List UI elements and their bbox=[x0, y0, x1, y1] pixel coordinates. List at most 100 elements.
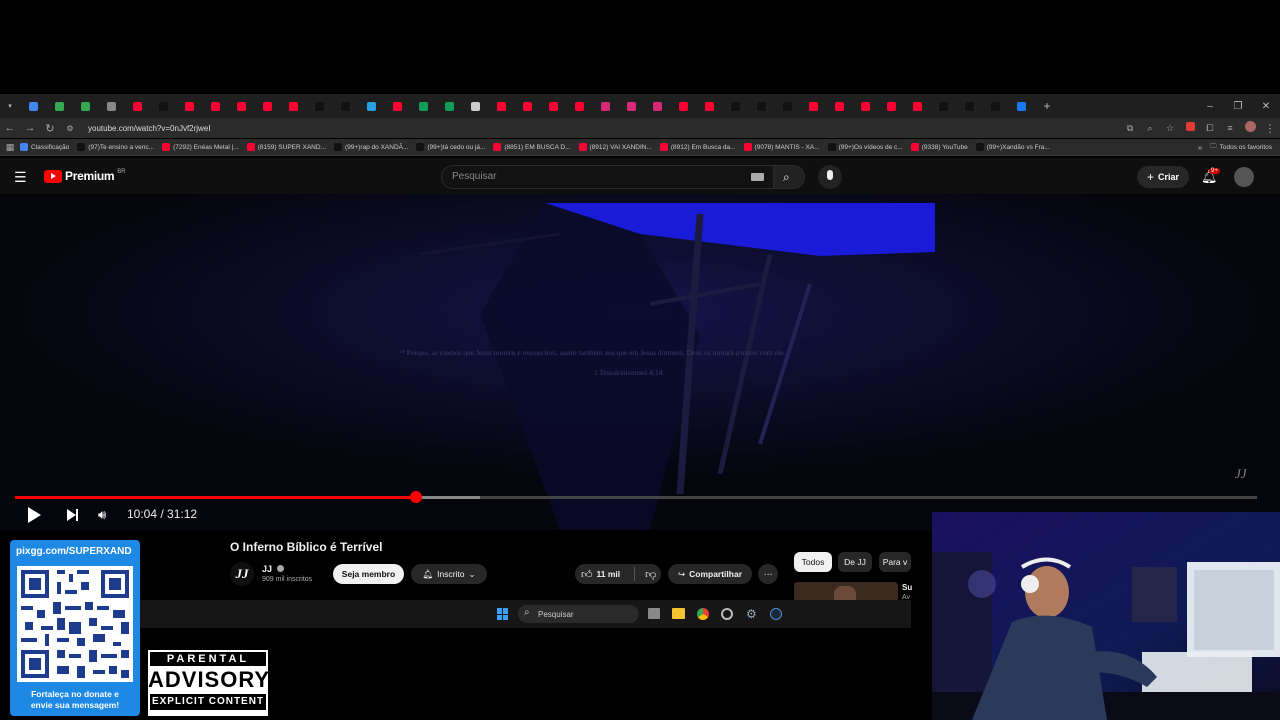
bookmark-item[interactable]: (99+)Os vídeos de c... bbox=[827, 143, 903, 151]
create-button[interactable]: + Criar bbox=[1137, 166, 1189, 188]
browser-tab[interactable] bbox=[98, 97, 124, 115]
browser-tab[interactable] bbox=[488, 97, 514, 115]
windows-start-icon[interactable] bbox=[497, 608, 509, 620]
install-app-icon[interactable]: ⧉ bbox=[1120, 123, 1140, 134]
browser-tab[interactable] bbox=[20, 97, 46, 115]
browser-tab[interactable] bbox=[540, 97, 566, 115]
url-field[interactable]: youtube.com/watch?v=0nJvf2rjweI bbox=[88, 124, 211, 133]
thumbs-down-icon[interactable]: 👎︎ bbox=[645, 568, 656, 581]
forward-button[interactable]: → bbox=[20, 122, 40, 134]
task-view-icon[interactable] bbox=[648, 608, 660, 619]
voice-search-button[interactable] bbox=[818, 165, 842, 189]
close-window-button[interactable]: ✕ bbox=[1252, 97, 1280, 115]
browser-tab[interactable] bbox=[306, 97, 332, 115]
browser-tab[interactable] bbox=[124, 97, 150, 115]
browser-tab[interactable] bbox=[956, 97, 982, 115]
browser-tab[interactable] bbox=[696, 97, 722, 115]
browser-tab[interactable] bbox=[514, 97, 540, 115]
keyboard-icon[interactable] bbox=[751, 173, 764, 181]
media-icon[interactable]: ≡ bbox=[1220, 123, 1240, 133]
hamburger-menu-icon[interactable]: ☰ bbox=[14, 169, 27, 186]
browser-tab[interactable] bbox=[228, 97, 254, 115]
browser-tab[interactable] bbox=[722, 97, 748, 115]
new-tab-button[interactable]: + bbox=[1034, 97, 1060, 115]
more-bookmarks-icon[interactable]: » bbox=[1190, 143, 1210, 152]
bookmark-item[interactable]: (99+)Xandão vs Fra... bbox=[975, 143, 1050, 151]
extensions-icon[interactable]: ⧠ bbox=[1200, 123, 1220, 134]
bookmark-star-icon[interactable]: ☆ bbox=[1160, 123, 1180, 134]
obs-icon[interactable] bbox=[721, 608, 733, 620]
search-input[interactable]: Pesquisar bbox=[441, 165, 774, 189]
search-button[interactable]: ⌕ bbox=[773, 165, 805, 189]
youtube-premium-logo[interactable]: Premium BR bbox=[44, 169, 126, 183]
browser-menu-icon[interactable]: ⋮ bbox=[1260, 122, 1280, 135]
browser-tab[interactable] bbox=[982, 97, 1008, 115]
browser-tab[interactable] bbox=[72, 97, 98, 115]
filter-chip[interactable]: Todos bbox=[794, 552, 832, 572]
browser-tab[interactable] bbox=[358, 97, 384, 115]
bookmark-item[interactable]: Classificação bbox=[20, 143, 69, 151]
apps-grid-icon[interactable]: ▦ bbox=[0, 142, 20, 153]
minimize-button[interactable]: – bbox=[1196, 97, 1224, 115]
filter-chip[interactable]: Para v bbox=[879, 552, 911, 572]
join-button[interactable]: Seja membro bbox=[333, 564, 404, 584]
browser-tab[interactable] bbox=[618, 97, 644, 115]
more-actions-button[interactable]: ⋯ bbox=[758, 564, 778, 584]
back-button[interactable]: ← bbox=[0, 122, 20, 134]
site-info-icon[interactable]: ⚙ bbox=[60, 124, 80, 133]
settings-gear-icon[interactable]: ⚙ bbox=[746, 607, 757, 621]
browser-tab[interactable] bbox=[644, 97, 670, 115]
volume-button[interactable]: 🔊︎ bbox=[98, 507, 106, 523]
profile-avatar[interactable] bbox=[1240, 121, 1260, 135]
browser-tab[interactable] bbox=[800, 97, 826, 115]
channel-avatar[interactable]: JJ bbox=[230, 562, 254, 586]
taskbar-search-input[interactable]: Pesquisar bbox=[518, 605, 639, 623]
browser-tab[interactable] bbox=[930, 97, 956, 115]
account-avatar[interactable] bbox=[1234, 167, 1254, 187]
suggested-video-thumbnail[interactable] bbox=[794, 582, 898, 602]
suggested-video-title[interactable]: Su bbox=[902, 583, 912, 592]
bookmark-item[interactable]: (8159) SUPER XAND... bbox=[246, 143, 326, 151]
browser-tab[interactable] bbox=[852, 97, 878, 115]
like-button[interactable]: 👍︎ 11 mil 👎︎ bbox=[575, 564, 661, 584]
browser-tab[interactable] bbox=[566, 97, 592, 115]
reload-button[interactable]: ↻ bbox=[40, 122, 60, 135]
bookmark-item[interactable]: (8851) EM BUSCA D... bbox=[493, 143, 571, 151]
browser-tab[interactable] bbox=[332, 97, 358, 115]
steam-icon[interactable] bbox=[770, 608, 782, 620]
zoom-icon[interactable]: ⌕ bbox=[1140, 123, 1160, 134]
browser-tab[interactable] bbox=[254, 97, 280, 115]
play-button[interactable] bbox=[28, 507, 41, 523]
share-button[interactable]: ↪ Compartilhar bbox=[668, 564, 752, 584]
browser-tab[interactable] bbox=[436, 97, 462, 115]
browser-tab[interactable] bbox=[670, 97, 696, 115]
extension-red-icon[interactable] bbox=[1180, 122, 1200, 134]
browser-tab[interactable] bbox=[202, 97, 228, 115]
channel-name[interactable]: JJ bbox=[262, 564, 284, 574]
browser-tab[interactable] bbox=[384, 97, 410, 115]
browser-tab[interactable] bbox=[462, 97, 488, 115]
bookmark-item[interactable]: (9338) YouTube bbox=[910, 143, 968, 151]
bookmark-item[interactable]: (8912) Em Busca da... bbox=[659, 143, 736, 151]
channel-watermark[interactable]: JJ bbox=[1235, 466, 1247, 482]
maximize-button[interactable]: ❐ bbox=[1224, 97, 1252, 115]
browser-tab[interactable] bbox=[150, 97, 176, 115]
bookmark-item[interactable]: (99+)tá cedo ou já... bbox=[416, 143, 485, 151]
file-explorer-icon[interactable] bbox=[672, 608, 685, 619]
bookmark-item[interactable]: (9078) MANTIS - XA... bbox=[743, 143, 820, 151]
bookmark-item[interactable]: (7292) Enéas Metal |... bbox=[162, 143, 239, 151]
browser-tab[interactable] bbox=[1008, 97, 1034, 115]
browser-tab[interactable] bbox=[878, 97, 904, 115]
browser-tab[interactable] bbox=[826, 97, 852, 115]
browser-tab[interactable] bbox=[280, 97, 306, 115]
browser-tab[interactable] bbox=[176, 97, 202, 115]
subscribed-button[interactable]: 🔔︎ Inscrito ⌄ bbox=[411, 564, 487, 584]
tab-list-button[interactable]: ▾ bbox=[0, 97, 20, 115]
bookmark-item[interactable]: (97)Te ensino a venc... bbox=[77, 143, 154, 151]
browser-tab[interactable] bbox=[748, 97, 774, 115]
all-bookmarks-folder[interactable]: 🗀 Todos os favoritos bbox=[1210, 142, 1272, 153]
filter-chip[interactable]: De JJ bbox=[838, 552, 872, 572]
bookmark-item[interactable]: (8912) VAI XANDIN... bbox=[578, 143, 652, 151]
progress-scrubber-handle[interactable] bbox=[409, 491, 422, 503]
browser-tab[interactable] bbox=[410, 97, 436, 115]
